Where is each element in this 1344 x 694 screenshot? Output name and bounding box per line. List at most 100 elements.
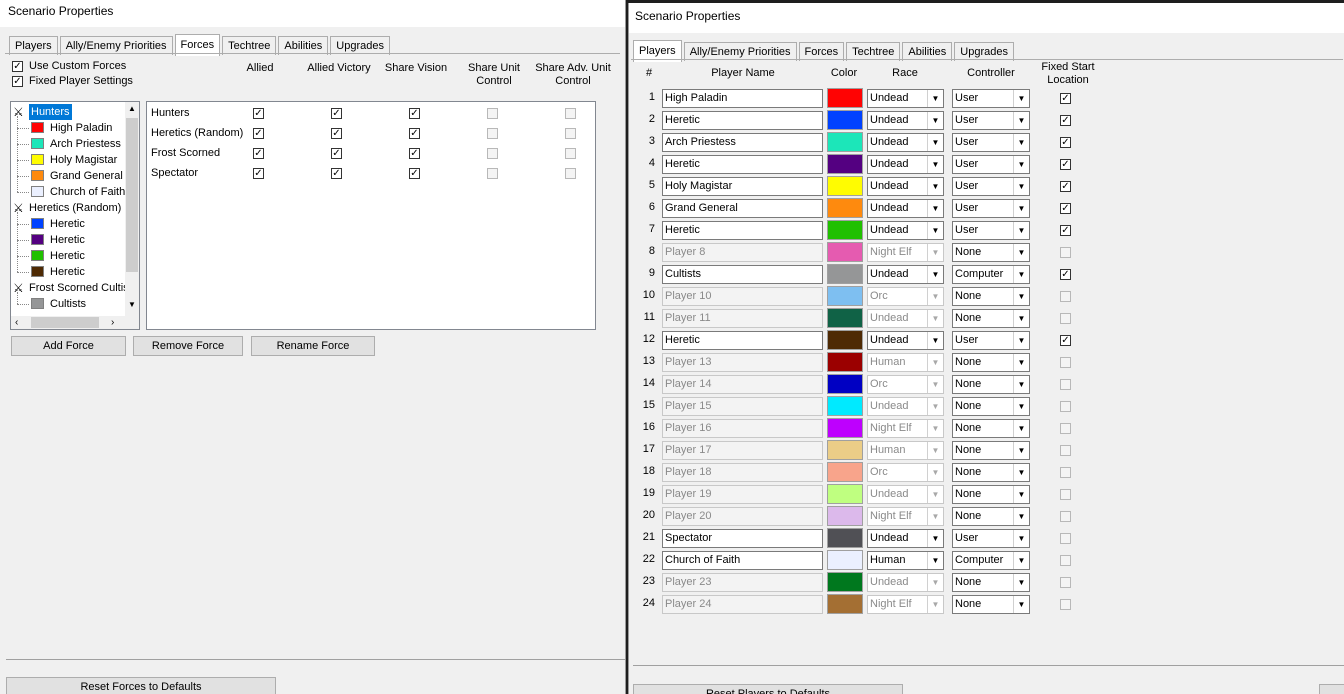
- player-color-button[interactable]: [827, 286, 863, 306]
- fixed-start-location-checkbox[interactable]: [1060, 467, 1071, 478]
- chevron-down-icon[interactable]: ▼: [1013, 288, 1029, 305]
- player-name-input[interactable]: Player 24: [662, 595, 823, 614]
- player-color-button[interactable]: [827, 418, 863, 438]
- fixed-start-location-checkbox[interactable]: ✓: [1060, 225, 1071, 236]
- share-vision-checkbox[interactable]: ✓: [409, 108, 420, 119]
- fixed-start-location-checkbox[interactable]: [1060, 379, 1071, 390]
- player-color-button[interactable]: [827, 506, 863, 526]
- controller-dropdown[interactable]: Computer ▼: [952, 265, 1030, 284]
- race-dropdown[interactable]: Night Elf ▼: [867, 243, 944, 262]
- chevron-down-icon[interactable]: ▼: [927, 552, 943, 569]
- chevron-down-icon[interactable]: ▼: [927, 486, 943, 503]
- player-color-button[interactable]: [827, 462, 863, 482]
- allied-victory-checkbox[interactable]: ✓: [331, 108, 342, 119]
- chevron-down-icon[interactable]: ▼: [1013, 112, 1029, 129]
- controller-dropdown[interactable]: User ▼: [952, 155, 1030, 174]
- player-name-input[interactable]: Arch Priestess: [662, 133, 823, 152]
- fixed-start-location-checkbox[interactable]: ✓: [1060, 181, 1071, 192]
- player-color-button[interactable]: [827, 528, 863, 548]
- share-adv-unit-control-checkbox[interactable]: [565, 128, 576, 139]
- share-vision-checkbox[interactable]: ✓: [409, 128, 420, 139]
- player-name-input[interactable]: Player 15: [662, 397, 823, 416]
- player-name-input[interactable]: Heretic: [662, 331, 823, 350]
- player-color-button[interactable]: [827, 594, 863, 614]
- chevron-down-icon[interactable]: ▼: [1013, 354, 1029, 371]
- reset-forces-button[interactable]: Reset Forces to Defaults: [6, 677, 276, 694]
- player-name-input[interactable]: Heretic: [662, 155, 823, 174]
- chevron-down-icon[interactable]: ▼: [1013, 200, 1029, 217]
- chevron-down-icon[interactable]: ▼: [1013, 442, 1029, 459]
- chevron-down-icon[interactable]: ▼: [927, 376, 943, 393]
- player-name-input[interactable]: Player 16: [662, 419, 823, 438]
- race-dropdown[interactable]: Orc ▼: [867, 287, 944, 306]
- chevron-down-icon[interactable]: ▼: [927, 222, 943, 239]
- player-name-input[interactable]: Player 10: [662, 287, 823, 306]
- chevron-down-icon[interactable]: ▼: [927, 288, 943, 305]
- chevron-down-icon[interactable]: ▼: [927, 420, 943, 437]
- race-dropdown[interactable]: Human ▼: [867, 353, 944, 372]
- controller-dropdown[interactable]: None ▼: [952, 441, 1030, 460]
- chevron-down-icon[interactable]: ▼: [1013, 178, 1029, 195]
- chevron-down-icon[interactable]: ▼: [927, 156, 943, 173]
- chevron-down-icon[interactable]: ▼: [1013, 464, 1029, 481]
- race-dropdown[interactable]: Undead ▼: [867, 177, 944, 196]
- race-dropdown[interactable]: Night Elf ▼: [867, 595, 944, 614]
- allied-checkbox[interactable]: ✓: [253, 148, 264, 159]
- chevron-down-icon[interactable]: ▼: [1013, 420, 1029, 437]
- player-color-button[interactable]: [827, 110, 863, 130]
- race-dropdown[interactable]: Undead ▼: [867, 221, 944, 240]
- player-color-button[interactable]: [827, 176, 863, 196]
- player-name-input[interactable]: Player 13: [662, 353, 823, 372]
- player-name-input[interactable]: Player 14: [662, 375, 823, 394]
- tree-horizontal-scrollbar[interactable]: ‹ ›: [11, 316, 139, 329]
- player-name-input[interactable]: Player 8: [662, 243, 823, 262]
- vertical-scroll-thumb[interactable]: [126, 118, 138, 272]
- player-color-button[interactable]: [827, 374, 863, 394]
- player-color-button[interactable]: [827, 440, 863, 460]
- player-color-button[interactable]: [827, 132, 863, 152]
- chevron-down-icon[interactable]: ▼: [927, 574, 943, 591]
- race-dropdown[interactable]: Undead ▼: [867, 309, 944, 328]
- chevron-down-icon[interactable]: ▼: [927, 464, 943, 481]
- controller-dropdown[interactable]: None ▼: [952, 243, 1030, 262]
- fixed-start-location-checkbox[interactable]: ✓: [1060, 203, 1071, 214]
- race-dropdown[interactable]: Undead ▼: [867, 529, 944, 548]
- share-vision-checkbox[interactable]: ✓: [409, 168, 420, 179]
- chevron-down-icon[interactable]: ▼: [1013, 90, 1029, 107]
- allied-checkbox[interactable]: ✓: [253, 108, 264, 119]
- tree-vertical-scrollbar[interactable]: ▲ ▼: [125, 102, 139, 316]
- player-color-button[interactable]: [827, 154, 863, 174]
- player-name-input[interactable]: Spectator: [662, 529, 823, 548]
- allied-checkbox[interactable]: ✓: [253, 168, 264, 179]
- fixed-start-location-checkbox[interactable]: [1060, 423, 1071, 434]
- allied-checkbox[interactable]: ✓: [253, 128, 264, 139]
- player-name-input[interactable]: Player 19: [662, 485, 823, 504]
- player-name-input[interactable]: Player 17: [662, 441, 823, 460]
- controller-dropdown[interactable]: None ▼: [952, 309, 1030, 328]
- chevron-down-icon[interactable]: ▼: [1013, 266, 1029, 283]
- dialog-button-partial[interactable]: [1319, 684, 1344, 694]
- fixed-start-location-checkbox[interactable]: [1060, 533, 1071, 544]
- race-dropdown[interactable]: Undead ▼: [867, 331, 944, 350]
- race-dropdown[interactable]: Undead ▼: [867, 111, 944, 130]
- horizontal-scroll-thumb[interactable]: [31, 317, 99, 328]
- chevron-down-icon[interactable]: ▼: [1013, 376, 1029, 393]
- share-adv-unit-control-checkbox[interactable]: [565, 108, 576, 119]
- fixed-player-settings-checkbox[interactable]: ✓: [12, 76, 23, 87]
- reset-players-button[interactable]: Reset Players to Defaults: [633, 684, 903, 694]
- player-color-button[interactable]: [827, 308, 863, 328]
- player-name-input[interactable]: Church of Faith: [662, 551, 823, 570]
- share-unit-control-checkbox[interactable]: [487, 128, 498, 139]
- controller-dropdown[interactable]: User ▼: [952, 111, 1030, 130]
- share-unit-control-checkbox[interactable]: [487, 148, 498, 159]
- chevron-down-icon[interactable]: ▼: [1013, 574, 1029, 591]
- controller-dropdown[interactable]: User ▼: [952, 133, 1030, 152]
- controller-dropdown[interactable]: None ▼: [952, 595, 1030, 614]
- share-unit-control-checkbox[interactable]: [487, 168, 498, 179]
- chevron-down-icon[interactable]: ▼: [927, 596, 943, 613]
- race-dropdown[interactable]: Human ▼: [867, 441, 944, 460]
- scroll-down-icon[interactable]: ▼: [128, 300, 136, 309]
- chevron-down-icon[interactable]: ▼: [1013, 310, 1029, 327]
- race-dropdown[interactable]: Undead ▼: [867, 573, 944, 592]
- controller-dropdown[interactable]: User ▼: [952, 529, 1030, 548]
